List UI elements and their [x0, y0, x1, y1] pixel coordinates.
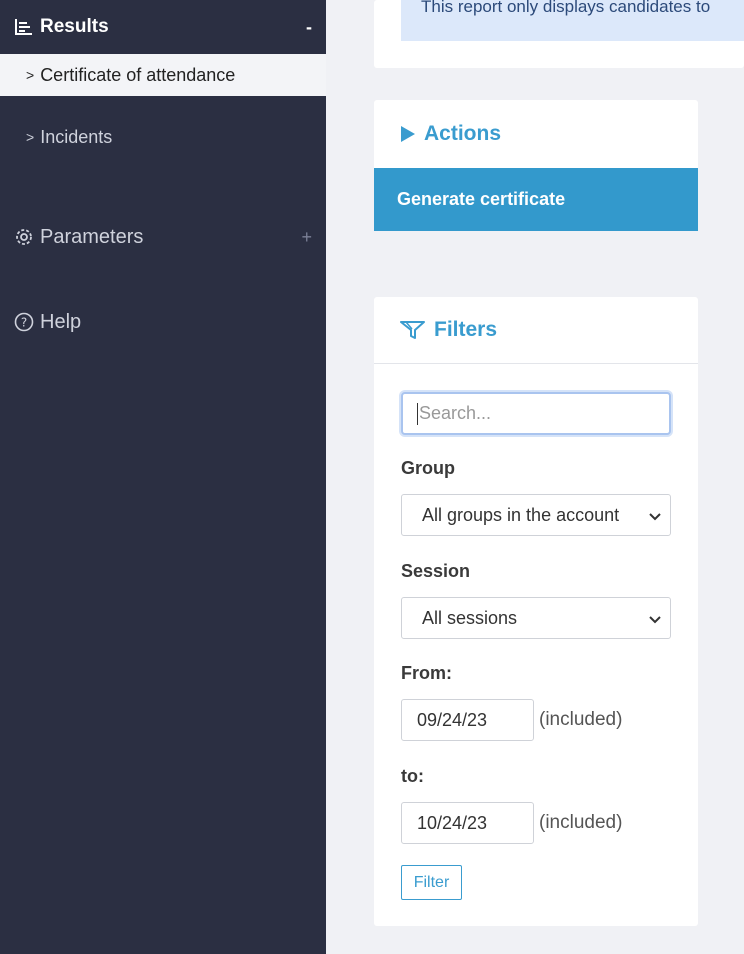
session-select[interactable]: All sessions — [401, 597, 671, 639]
collapse-toggle[interactable]: - — [306, 17, 312, 38]
actions-title: Actions — [374, 100, 698, 167]
actions-title-label: Actions — [424, 121, 502, 145]
svg-text:?: ? — [21, 316, 27, 330]
expand-toggle[interactable]: + — [301, 227, 312, 248]
play-icon — [400, 125, 416, 143]
search-input[interactable]: Search... — [401, 392, 671, 435]
chart-icon — [14, 17, 34, 37]
filters-title-label: Filters — [434, 318, 498, 341]
chevron-down-icon — [648, 610, 662, 631]
sidebar-section-label: Parameters — [40, 225, 144, 248]
from-included-note: (included) — [539, 709, 623, 730]
gear-icon — [14, 227, 34, 247]
sidebar-header-label: Results — [40, 16, 109, 37]
session-label: Session — [401, 561, 471, 581]
group-select[interactable]: All groups in the account — [401, 494, 671, 536]
from-label: From: — [401, 663, 452, 683]
info-banner-text: This report only displays candidates to — [421, 0, 711, 16]
sidebar-section-label: Help — [40, 310, 82, 333]
info-card: This report only displays candidates to — [374, 0, 744, 68]
chevron-right-icon: > — [26, 129, 35, 145]
info-banner: This report only displays candidates to — [401, 0, 744, 41]
session-select-value: All sessions — [422, 607, 518, 628]
to-included-note: (included) — [539, 812, 623, 833]
text-caret — [417, 402, 418, 425]
generate-certificate-button[interactable]: Generate certificate — [374, 168, 698, 231]
chevron-down-icon — [648, 507, 662, 528]
filters-card: Filters Search... Group All groups in th… — [374, 297, 698, 926]
sidebar-header-results[interactable]: Results - — [0, 0, 326, 54]
sidebar-section-help[interactable]: ? Help — [0, 302, 326, 342]
to-date-input[interactable]: 10/24/23 — [401, 802, 534, 844]
sidebar-section-parameters[interactable]: Parameters + — [0, 217, 326, 257]
group-select-value: All groups in the account — [422, 504, 620, 525]
sidebar-item-label: Incidents — [40, 126, 113, 147]
to-label: to: — [401, 766, 424, 786]
sidebar: Results - > Certificate of attendance > … — [0, 0, 326, 954]
chevron-right-icon: > — [26, 67, 35, 83]
filter-button[interactable]: Filter — [401, 865, 462, 900]
sidebar-item-label: Certificate of attendance — [40, 64, 236, 85]
actions-card: Actions Generate certificate — [374, 100, 698, 231]
filter-icon — [400, 320, 426, 340]
help-icon: ? — [14, 312, 34, 332]
from-date-input[interactable]: 09/24/23 — [401, 699, 534, 741]
sidebar-item-certificate[interactable]: > Certificate of attendance — [0, 54, 326, 96]
group-label: Group — [401, 458, 455, 478]
sidebar-item-incidents[interactable]: > Incidents — [0, 116, 326, 158]
search-placeholder: Search... — [419, 403, 492, 423]
filters-title: Filters — [374, 297, 698, 364]
